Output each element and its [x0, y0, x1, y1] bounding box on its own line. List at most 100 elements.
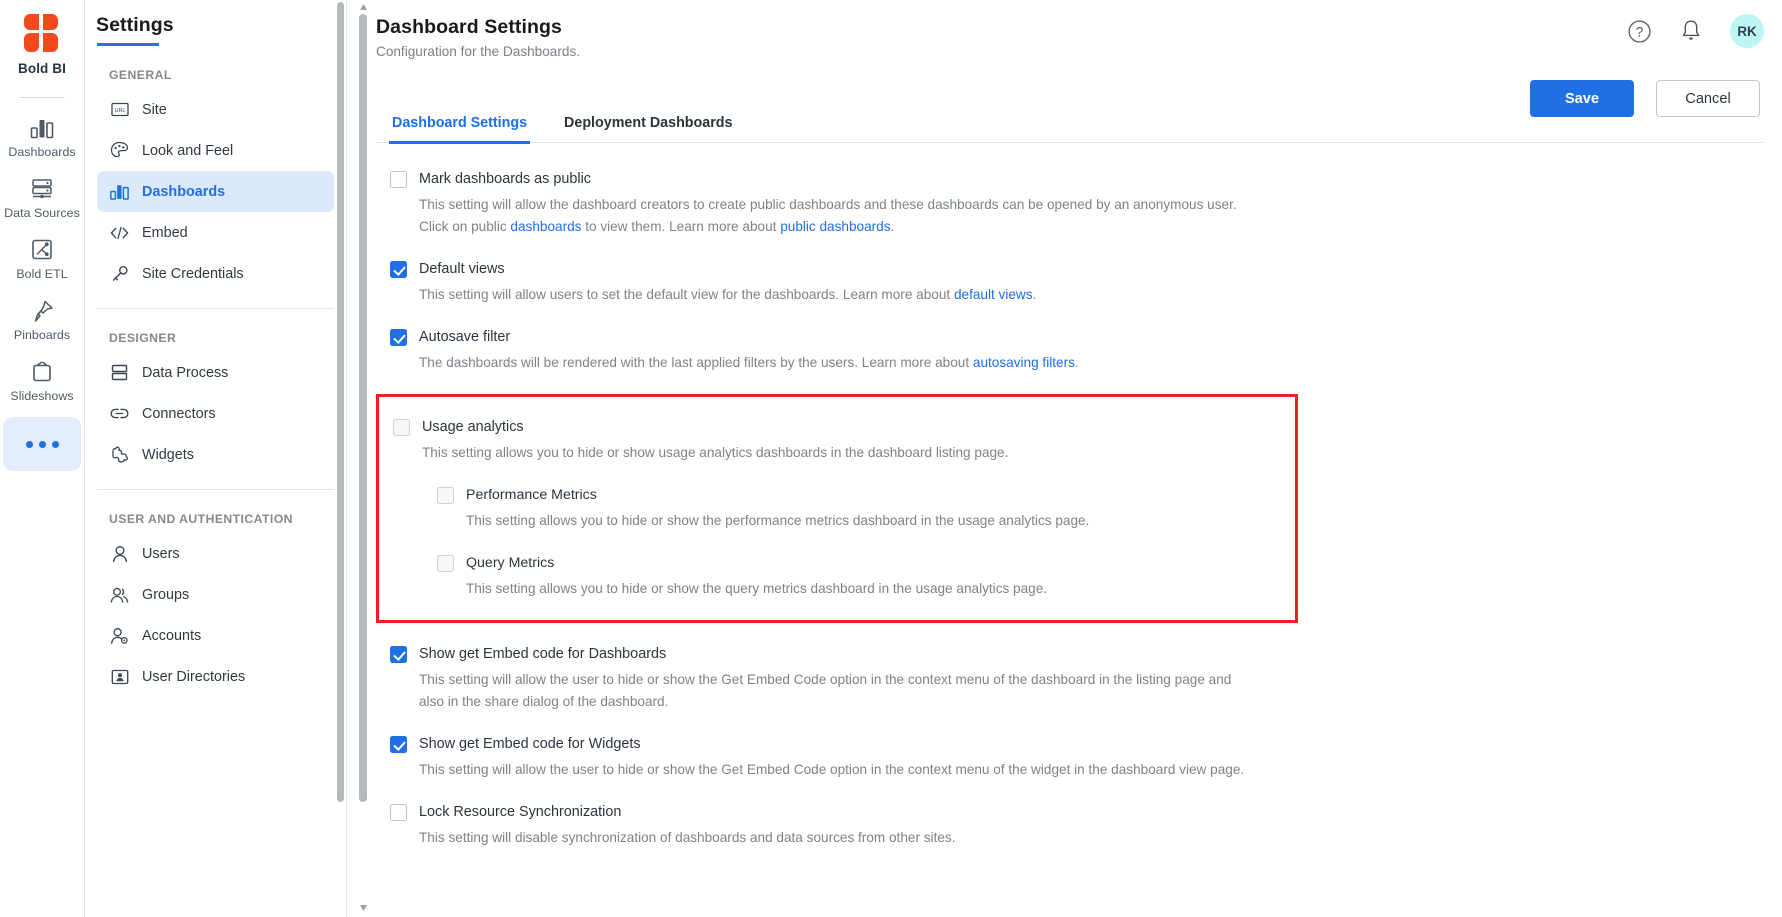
desc-text-2: .: [1032, 287, 1037, 302]
help-button[interactable]: ?: [1626, 18, 1652, 44]
option-autosave-filter: Autosave filter The dashboards will be r…: [390, 328, 1782, 374]
option-mark-dashboards-as-public: Mark dashboards as public This setting w…: [390, 170, 1782, 238]
rail-more-button[interactable]: [3, 417, 81, 471]
autosaving-filters-link[interactable]: autosaving filters: [973, 355, 1075, 370]
option-label: Show get Embed code for Widgets: [419, 736, 641, 752]
rail-item-bold-etl[interactable]: Bold ETL: [3, 230, 81, 288]
option-description: This setting will allow users to set the…: [419, 284, 1257, 306]
nav-group-general-label: GENERAL: [109, 68, 172, 82]
option-label: Autosave filter: [419, 329, 511, 345]
sidebar-item-label: Groups: [142, 586, 190, 603]
scroll-up-arrow-icon[interactable]: [359, 3, 368, 12]
sidebar-item-embed[interactable]: Embed: [97, 212, 334, 253]
sidebar-item-label: Accounts: [142, 627, 202, 644]
notifications-button[interactable]: [1678, 18, 1704, 44]
default-views-checkbox[interactable]: [390, 261, 407, 278]
embed-code-dashboards-checkbox[interactable]: [390, 646, 407, 663]
option-label: Usage analytics: [422, 419, 524, 435]
rail-item-dashboards[interactable]: Dashboards: [3, 108, 81, 166]
rail-item-slideshows[interactable]: Slideshows: [3, 352, 81, 410]
avatar[interactable]: RK: [1730, 14, 1764, 48]
sidebar-item-groups[interactable]: Groups: [97, 574, 334, 615]
svg-text:URL: URL: [114, 108, 125, 114]
page-title: Dashboard Settings: [376, 16, 562, 38]
stacked-rows-icon: [110, 363, 129, 382]
rail-item-label: Pinboards: [13, 328, 71, 342]
option-label: Show get Embed code for Dashboards: [419, 646, 667, 662]
sidebar-item-dashboards[interactable]: Dashboards: [97, 171, 334, 212]
option-label: Performance Metrics: [466, 487, 597, 503]
pin-icon: [34, 300, 53, 322]
public-dashboards-link-2[interactable]: public dashboards: [780, 219, 890, 234]
main-scrollbar-track[interactable]: [352, 0, 368, 917]
save-button[interactable]: Save: [1530, 80, 1634, 117]
scroll-down-arrow-icon[interactable]: [359, 903, 368, 912]
option-description: The dashboards will be rendered with the…: [419, 352, 1257, 374]
rail-item-pinboards[interactable]: Pinboards: [3, 291, 81, 349]
settings-heading: Settings: [96, 14, 174, 36]
nav-group-user-auth-label: USER AND AUTHENTICATION: [109, 512, 293, 526]
bar-chart-icon: [110, 182, 129, 201]
sidebar-item-site-credentials[interactable]: Site Credentials: [97, 253, 334, 294]
public-dashboards-link-1[interactable]: dashboards: [510, 219, 581, 234]
key-icon: [110, 264, 129, 283]
palette-icon: [110, 141, 129, 160]
option-embed-code-widgets: Show get Embed code for Widgets This set…: [390, 735, 1782, 781]
desc-text-1: The dashboards will be rendered with the…: [419, 355, 973, 370]
bar-chart-icon: [30, 120, 54, 139]
mark-dashboards-as-public-checkbox[interactable]: [390, 171, 407, 188]
page-subtitle: Configuration for the Dashboards.: [376, 44, 581, 59]
tab-dashboard-settings[interactable]: Dashboard Settings: [388, 115, 531, 144]
sidebar-item-label: User Directories: [142, 668, 246, 685]
sidebar-item-user-directories[interactable]: User Directories: [97, 656, 334, 697]
sidebar-item-label: Site: [142, 101, 167, 118]
query-metrics-checkbox[interactable]: [437, 555, 454, 572]
option-description: This setting will disable synchronizatio…: [419, 830, 956, 845]
puzzle-icon: [110, 445, 129, 464]
embed-code-widgets-checkbox[interactable]: [390, 736, 407, 753]
url-box-icon: URL: [110, 100, 129, 119]
sidebar-item-users[interactable]: Users: [97, 533, 334, 574]
sidebar-item-label: Users: [142, 545, 180, 562]
sidebar-item-widgets[interactable]: Widgets: [97, 434, 334, 475]
default-views-link[interactable]: default views: [954, 287, 1033, 302]
sidebar-item-label: Embed: [142, 224, 188, 241]
autosave-filter-checkbox[interactable]: [390, 329, 407, 346]
brand-name: Bold BI: [18, 61, 66, 76]
rail-item-label: Dashboards: [8, 145, 76, 159]
sidebar-item-connectors[interactable]: Connectors: [97, 393, 334, 434]
usage-analytics-checkbox[interactable]: [393, 419, 410, 436]
id-card-icon: [110, 667, 129, 686]
sidebar-scrollbar[interactable]: [337, 2, 344, 802]
header-actions: ? RK: [1626, 14, 1764, 48]
option-description: This setting will allow the user to hide…: [419, 762, 1245, 777]
option-label: Mark dashboards as public: [419, 171, 591, 187]
rail-item-data-sources[interactable]: Data Sources: [3, 169, 81, 227]
option-usage-analytics: Usage analytics This setting allows you …: [393, 418, 1295, 464]
cancel-button[interactable]: Cancel: [1656, 80, 1760, 117]
main-scrollbar-thumb[interactable]: [359, 14, 367, 802]
tab-deployment-dashboards[interactable]: Deployment Dashboards: [562, 115, 734, 142]
sidebar-item-look-and-feel[interactable]: Look and Feel: [97, 130, 334, 171]
brand[interactable]: Bold BI: [18, 8, 66, 76]
rail-item-label: Slideshows: [10, 389, 74, 403]
sidebar-item-site[interactable]: URL Site: [97, 89, 334, 130]
lock-resource-synchronization-checkbox[interactable]: [390, 804, 407, 821]
tab-bar: Dashboard Settings Deployment Dashboards: [376, 115, 1764, 144]
usage-analytics-highlight-box: Usage analytics This setting allows you …: [376, 394, 1298, 623]
tv-icon: [33, 361, 51, 382]
sidebar-item-accounts[interactable]: Accounts: [97, 615, 334, 656]
database-icon: [32, 179, 52, 199]
sidebar-item-data-process[interactable]: Data Process: [97, 352, 334, 393]
bold-bi-logo-icon: [23, 14, 58, 52]
option-performance-metrics: Performance Metrics This setting allows …: [437, 486, 1295, 532]
user-gear-icon: [110, 626, 129, 645]
code-brackets-icon: [110, 223, 129, 242]
form-actions: Save Cancel: [1530, 80, 1760, 117]
rail-item-label: Bold ETL: [16, 267, 68, 281]
option-description: This setting will allow the user to hide…: [419, 672, 1232, 709]
sidebar-item-label: Data Process: [142, 364, 229, 381]
performance-metrics-checkbox[interactable]: [437, 487, 454, 504]
